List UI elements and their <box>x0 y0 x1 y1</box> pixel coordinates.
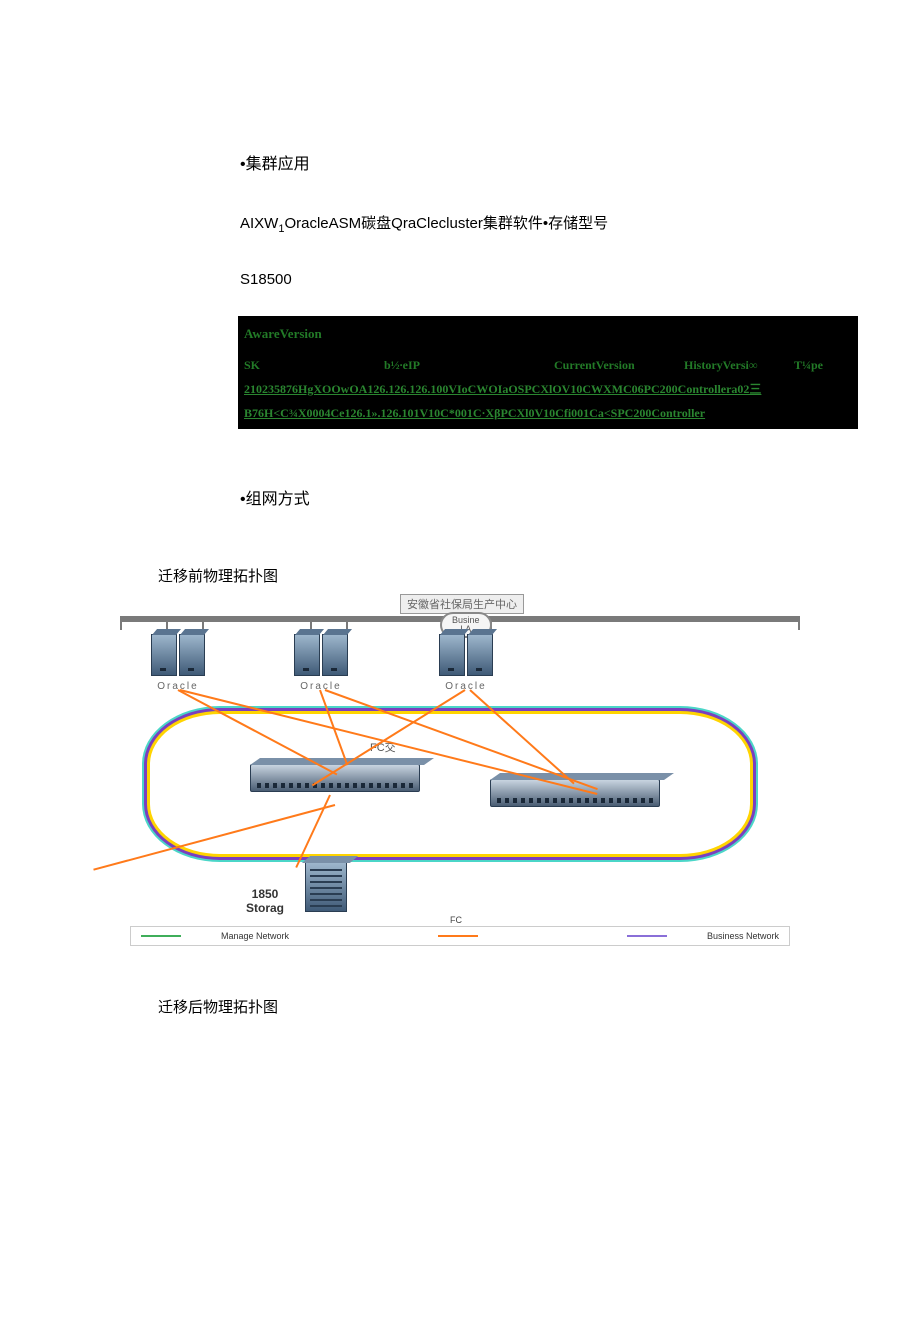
topology-diagram: 安徽省社保局生产中心 Busine LA Oracle Oracle Oracl… <box>120 594 800 944</box>
server-group-3: Oracle <box>438 634 494 692</box>
legend-purple <box>627 935 667 937</box>
storage-label: 1850 Storag <box>230 888 300 914</box>
bus-tick <box>798 616 800 630</box>
storage-server-icon <box>305 862 347 912</box>
server-icon <box>322 634 348 676</box>
aware-version-label: AwareVersion <box>238 316 858 348</box>
server-icon <box>294 634 320 676</box>
legend: Manage Network Business Network <box>130 926 790 946</box>
version-terminal-table: AwareVersion SK b½∙eIP CurrentVersion Hi… <box>238 316 858 429</box>
terminal-line2: B76H<C¾X0004Ce126.1».126.101V10C*001C·Xβ… <box>238 401 858 429</box>
legend-manage <box>141 935 181 937</box>
storage-num: 1850 <box>252 887 279 901</box>
oracle-label: Oracle <box>438 681 494 692</box>
storage-txt: Storag <box>246 901 284 915</box>
section-cluster-app: •集群应用 <box>240 150 840 174</box>
desc-prefix: AIXW <box>240 215 278 232</box>
storage-serial: S18500 <box>240 271 840 288</box>
server-icon <box>151 634 177 676</box>
server-icon <box>439 634 465 676</box>
fc-switch-2 <box>490 779 660 807</box>
legend-business-label: Business Network <box>707 931 779 941</box>
section-network: •组网方式 <box>240 485 840 509</box>
server-group-1: Oracle <box>150 634 206 692</box>
legend-manage-label: Manage Network <box>221 931 289 941</box>
th-history: HistoryVersi∞ <box>678 348 788 377</box>
bus-tick <box>120 616 122 630</box>
topology-before-caption: 迁移前物理拓扑图 <box>158 565 840 586</box>
th-current: CurrentVersion <box>548 348 678 377</box>
desc-suffix: OracleASM碳盘QraClecluster集群软件•存储型号 <box>284 215 608 232</box>
th-sk: SK <box>238 348 378 377</box>
fc-mini-label: FC <box>450 915 462 925</box>
th-beip: b½∙eIP <box>378 348 548 377</box>
th-type: T¼pe <box>788 348 858 377</box>
diagram-title: 安徽省社保局生产中心 <box>400 594 524 614</box>
cluster-desc: AIXW1OracleASM碳盘QraClecluster集群软件•存储型号 <box>240 212 840 235</box>
terminal-line1: 210235876HgXOOwOA126.126.126.100VIoCWOIa… <box>238 377 858 401</box>
topology-after-caption: 迁移后物理拓扑图 <box>158 996 920 1017</box>
legend-fc <box>438 935 478 937</box>
server-icon <box>179 634 205 676</box>
server-icon <box>467 634 493 676</box>
server-group-2: Oracle <box>293 634 349 692</box>
